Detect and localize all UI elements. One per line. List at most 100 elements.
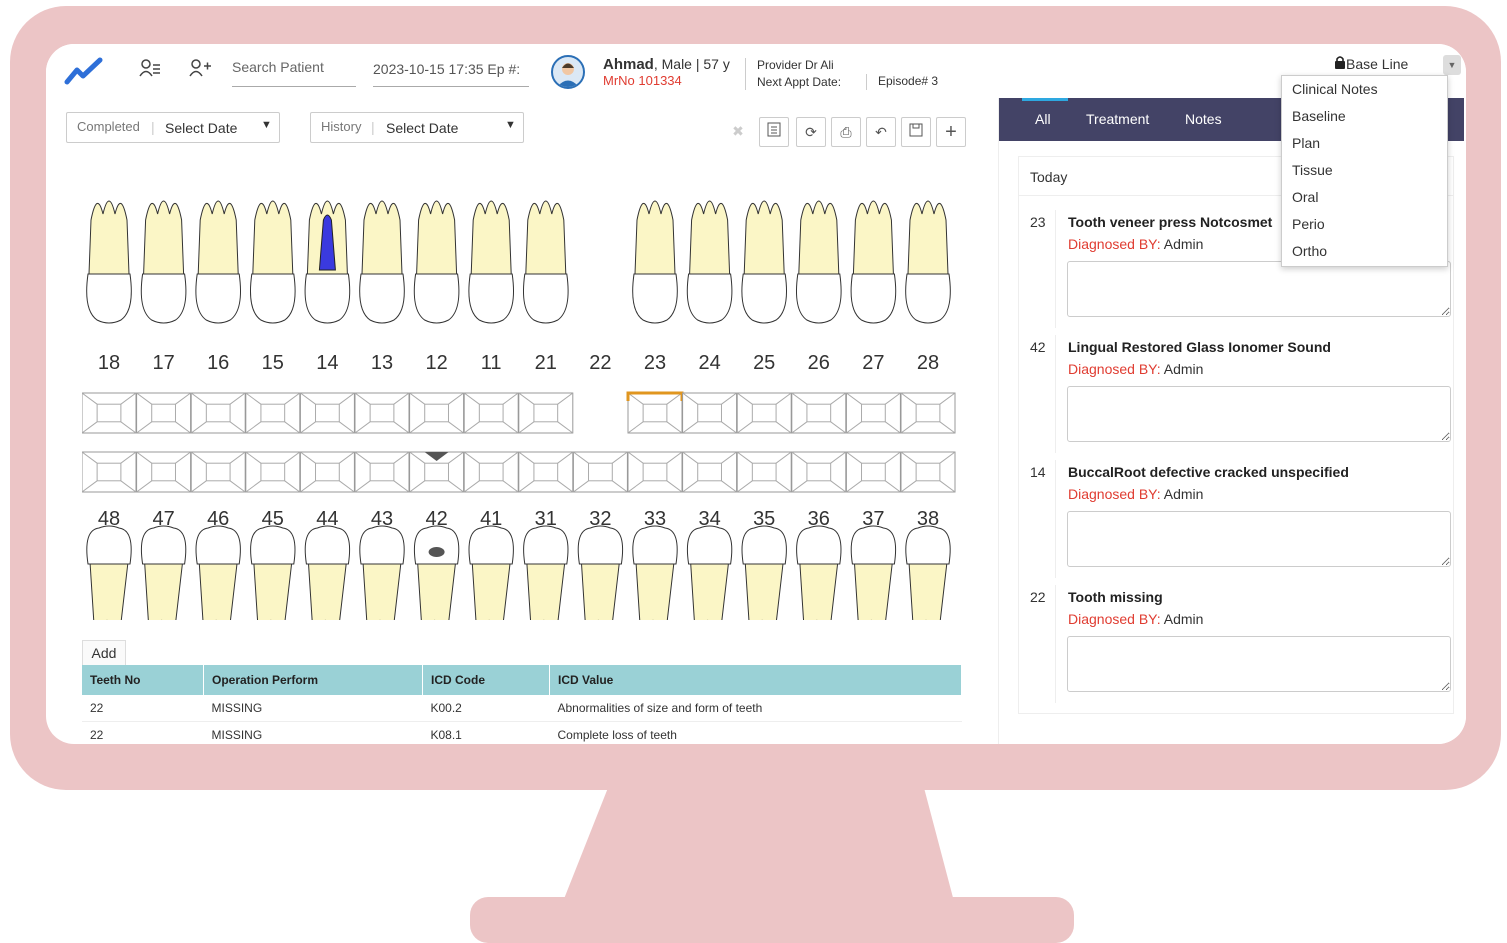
tooth-18[interactable] bbox=[86, 200, 132, 324]
tooth-number-13[interactable]: 13 bbox=[362, 352, 402, 375]
surface-box-14[interactable] bbox=[299, 392, 355, 434]
tooth-number-25[interactable]: 25 bbox=[744, 352, 784, 375]
col-teeth-no[interactable]: Teeth No bbox=[82, 665, 204, 695]
tab-treatment[interactable]: Treatment bbox=[1086, 111, 1149, 127]
tooth-42[interactable] bbox=[413, 525, 460, 620]
app-logo-icon[interactable] bbox=[64, 56, 104, 86]
tooth-number-48[interactable]: 48 bbox=[89, 508, 129, 531]
baseline-selector-label[interactable]: Base Line bbox=[1346, 56, 1408, 72]
tooth-number-33[interactable]: 33 bbox=[635, 508, 675, 531]
tooth-number-47[interactable]: 47 bbox=[144, 508, 184, 531]
tooth-number-26[interactable]: 26 bbox=[799, 352, 839, 375]
col-icd-value[interactable]: ICD Value bbox=[549, 665, 962, 695]
completed-date-select[interactable]: Completed | Select Date ▼ bbox=[66, 112, 280, 143]
tooth-14[interactable] bbox=[304, 200, 351, 324]
tooth-number-27[interactable]: 27 bbox=[853, 352, 893, 375]
surface-box-37[interactable] bbox=[845, 451, 901, 493]
tooth-number-34[interactable]: 34 bbox=[690, 508, 730, 531]
menu-item-perio[interactable]: Perio bbox=[1282, 211, 1447, 238]
date-episode-field[interactable]: 2023-10-15 17:35 Ep #: bbox=[373, 61, 529, 87]
tooth-number-18[interactable]: 18 bbox=[89, 352, 129, 375]
tooth-number-17[interactable]: 17 bbox=[144, 352, 184, 375]
tooth-35[interactable] bbox=[741, 525, 787, 620]
menu-item-plan[interactable]: Plan bbox=[1282, 130, 1447, 157]
surface-box-13[interactable] bbox=[354, 392, 410, 434]
surface-box-41[interactable] bbox=[463, 451, 519, 493]
tooth-number-11[interactable]: 11 bbox=[471, 352, 511, 375]
refresh-icon[interactable]: ⟳ bbox=[796, 117, 826, 147]
tooth-34[interactable] bbox=[686, 525, 733, 620]
search-patient-input[interactable]: Search Patient bbox=[232, 59, 356, 87]
surface-box-31[interactable] bbox=[518, 451, 574, 493]
surface-box-43[interactable] bbox=[354, 451, 410, 493]
tooth-46[interactable] bbox=[195, 525, 241, 620]
tooth-number-35[interactable]: 35 bbox=[744, 508, 784, 531]
tooth-number-15[interactable]: 15 bbox=[253, 352, 293, 375]
tooth-number-45[interactable]: 45 bbox=[253, 508, 293, 531]
surface-box-17[interactable] bbox=[136, 392, 192, 434]
tooth-32[interactable] bbox=[577, 525, 624, 620]
menu-item-tissue[interactable]: Tissue bbox=[1282, 157, 1447, 184]
tab-notes[interactable]: Notes bbox=[1185, 111, 1222, 127]
note-textarea[interactable] bbox=[1067, 261, 1451, 317]
surface-box-47[interactable] bbox=[136, 451, 192, 493]
tooth-number-44[interactable]: 44 bbox=[307, 508, 347, 531]
add-patient-icon[interactable] bbox=[188, 58, 212, 84]
surface-box-24[interactable] bbox=[682, 392, 738, 434]
tooth-24[interactable] bbox=[686, 200, 733, 324]
surface-box-12[interactable] bbox=[409, 392, 465, 434]
tooth-48[interactable] bbox=[86, 525, 132, 620]
tooth-number-43[interactable]: 43 bbox=[362, 508, 402, 531]
menu-item-baseline[interactable]: Baseline bbox=[1282, 103, 1447, 130]
surface-box-26[interactable] bbox=[791, 392, 847, 434]
tooth-11[interactable] bbox=[468, 200, 515, 324]
tooth-number-21[interactable]: 21 bbox=[526, 352, 566, 375]
surface-box-28[interactable] bbox=[900, 392, 956, 434]
tab-all[interactable]: All bbox=[1022, 98, 1068, 127]
surface-box-46[interactable] bbox=[190, 451, 246, 493]
add-icon[interactable]: + bbox=[936, 117, 966, 147]
surface-box-23[interactable] bbox=[626, 391, 684, 434]
tooth-number-23[interactable]: 23 bbox=[635, 352, 675, 375]
surface-box-27[interactable] bbox=[845, 392, 901, 434]
surface-box-11[interactable] bbox=[463, 392, 519, 434]
tooth-41[interactable] bbox=[468, 525, 514, 620]
tooth-number-38[interactable]: 38 bbox=[908, 508, 948, 531]
tooth-12[interactable] bbox=[413, 200, 460, 324]
tooth-number-22[interactable]: 22 bbox=[580, 352, 620, 375]
menu-item-ortho[interactable]: Ortho bbox=[1282, 238, 1447, 265]
surface-box-18[interactable] bbox=[82, 392, 137, 434]
surface-box-36[interactable] bbox=[791, 451, 847, 493]
tooth-number-37[interactable]: 37 bbox=[853, 508, 893, 531]
note-textarea[interactable] bbox=[1067, 636, 1451, 692]
tooth-15[interactable] bbox=[249, 200, 296, 324]
surface-box-44[interactable] bbox=[299, 451, 355, 493]
col-icd-code[interactable]: ICD Code bbox=[422, 665, 550, 695]
note-textarea[interactable] bbox=[1067, 386, 1451, 442]
tooth-13[interactable] bbox=[359, 200, 405, 324]
tooth-38[interactable] bbox=[905, 525, 951, 620]
surface-box-33[interactable] bbox=[627, 451, 683, 493]
add-button[interactable]: Add bbox=[82, 640, 126, 666]
tooth-45[interactable] bbox=[250, 525, 296, 620]
tooth-26[interactable] bbox=[795, 200, 842, 324]
surface-box-48[interactable] bbox=[82, 451, 137, 493]
tooth-number-42[interactable]: 42 bbox=[417, 508, 457, 531]
surface-box-25[interactable] bbox=[736, 392, 792, 434]
tooth-number-12[interactable]: 12 bbox=[417, 352, 457, 375]
chevron-down-icon[interactable]: ▼ bbox=[1443, 55, 1461, 75]
tooth-47[interactable] bbox=[140, 525, 187, 620]
menu-item-oral[interactable]: Oral bbox=[1282, 184, 1447, 211]
menu-item-clinical-notes[interactable]: Clinical Notes bbox=[1282, 76, 1447, 103]
tooth-number-28[interactable]: 28 bbox=[908, 352, 948, 375]
undo-icon[interactable]: ↶ bbox=[866, 117, 896, 147]
tooth-36[interactable] bbox=[796, 525, 842, 620]
tooth-37[interactable] bbox=[850, 525, 897, 620]
table-row[interactable]: 22 MISSING K00.2 Abnormalities of size a… bbox=[82, 695, 962, 722]
surface-box-45[interactable] bbox=[245, 451, 301, 493]
tooth-number-41[interactable]: 41 bbox=[471, 508, 511, 531]
tooth-number-31[interactable]: 31 bbox=[526, 508, 566, 531]
tooth-number-46[interactable]: 46 bbox=[198, 508, 238, 531]
patient-list-icon[interactable] bbox=[139, 58, 161, 84]
print-icon[interactable]: ⎙ bbox=[831, 117, 861, 147]
